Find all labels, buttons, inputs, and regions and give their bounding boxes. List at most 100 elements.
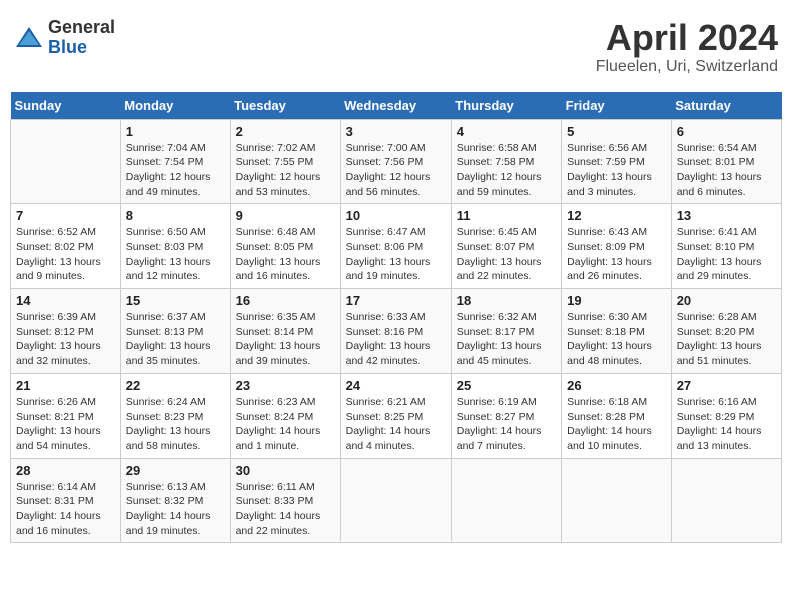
day-info: Sunrise: 6:16 AM Sunset: 8:29 PM Dayligh… <box>677 395 776 454</box>
day-info: Sunrise: 6:28 AM Sunset: 8:20 PM Dayligh… <box>677 310 776 369</box>
calendar-cell: 16 Sunrise: 6:35 AM Sunset: 8:14 PM Dayli… <box>230 289 340 374</box>
calendar-cell: 7 Sunrise: 6:52 AM Sunset: 8:02 PM Daylig… <box>11 204 121 289</box>
calendar-cell: 22 Sunrise: 6:24 AM Sunset: 8:23 PM Dayli… <box>120 373 230 458</box>
logo-blue-text: Blue <box>48 38 115 58</box>
day-number: 9 <box>236 208 335 223</box>
day-number: 25 <box>457 378 556 393</box>
day-info: Sunrise: 6:56 AM Sunset: 7:59 PM Dayligh… <box>567 141 666 200</box>
day-info: Sunrise: 6:37 AM Sunset: 8:13 PM Dayligh… <box>126 310 225 369</box>
day-number: 29 <box>126 463 225 478</box>
calendar-cell: 10 Sunrise: 6:47 AM Sunset: 8:06 PM Dayli… <box>340 204 451 289</box>
calendar-cell: 2Sunrise: 7:02 AM Sunset: 7:55 PM Daylig… <box>230 119 340 204</box>
day-info: Sunrise: 6:13 AM Sunset: 8:32 PM Dayligh… <box>126 480 225 539</box>
calendar-cell: 15 Sunrise: 6:37 AM Sunset: 8:13 PM Dayli… <box>120 289 230 374</box>
day-number: 20 <box>677 293 776 308</box>
header-day-tuesday: Tuesday <box>230 92 340 120</box>
day-info: Sunrise: 6:41 AM Sunset: 8:10 PM Dayligh… <box>677 225 776 284</box>
day-info: Sunrise: 6:39 AM Sunset: 8:12 PM Dayligh… <box>16 310 115 369</box>
day-number: 18 <box>457 293 556 308</box>
calendar-cell <box>562 458 672 543</box>
day-info: Sunrise: 6:54 AM Sunset: 8:01 PM Dayligh… <box>677 141 776 200</box>
day-number: 6 <box>677 124 776 139</box>
week-row-4: 21 Sunrise: 6:26 AM Sunset: 8:21 PM Dayli… <box>11 373 782 458</box>
header: General Blue April 2024 Flueelen, Uri, S… <box>10 10 782 84</box>
day-number: 7 <box>16 208 115 223</box>
calendar-cell: 17 Sunrise: 6:33 AM Sunset: 8:16 PM Dayli… <box>340 289 451 374</box>
day-info: Sunrise: 6:26 AM Sunset: 8:21 PM Dayligh… <box>16 395 115 454</box>
day-number: 24 <box>346 378 446 393</box>
day-number: 13 <box>677 208 776 223</box>
calendar-cell: 9Sunrise: 6:48 AM Sunset: 8:05 PM Daylig… <box>230 204 340 289</box>
day-number: 15 <box>126 293 225 308</box>
day-info: Sunrise: 6:14 AM Sunset: 8:31 PM Dayligh… <box>16 480 115 539</box>
header-day-saturday: Saturday <box>671 92 781 120</box>
calendar-cell: 23Sunrise: 6:23 AM Sunset: 8:24 PM Dayli… <box>230 373 340 458</box>
day-info: Sunrise: 6:18 AM Sunset: 8:28 PM Dayligh… <box>567 395 666 454</box>
day-number: 8 <box>126 208 225 223</box>
day-info: Sunrise: 6:58 AM Sunset: 7:58 PM Dayligh… <box>457 141 556 200</box>
header-day-thursday: Thursday <box>451 92 561 120</box>
day-number: 5 <box>567 124 666 139</box>
calendar-cell: 30 Sunrise: 6:11 AM Sunset: 8:33 PM Dayli… <box>230 458 340 543</box>
day-number: 11 <box>457 208 556 223</box>
day-info: Sunrise: 6:47 AM Sunset: 8:06 PM Dayligh… <box>346 225 446 284</box>
calendar-cell: 19Sunrise: 6:30 AM Sunset: 8:18 PM Dayli… <box>562 289 672 374</box>
day-number: 30 <box>236 463 335 478</box>
day-info: Sunrise: 6:43 AM Sunset: 8:09 PM Dayligh… <box>567 225 666 284</box>
calendar-cell <box>671 458 781 543</box>
calendar-cell: 21 Sunrise: 6:26 AM Sunset: 8:21 PM Dayli… <box>11 373 121 458</box>
calendar-cell: 1 Sunrise: 7:04 AM Sunset: 7:54 PM Daylig… <box>120 119 230 204</box>
day-number: 14 <box>16 293 115 308</box>
day-number: 4 <box>457 124 556 139</box>
day-number: 16 <box>236 293 335 308</box>
calendar-cell: 4 Sunrise: 6:58 AM Sunset: 7:58 PM Daylig… <box>451 119 561 204</box>
day-number: 12 <box>567 208 666 223</box>
calendar-cell: 3 Sunrise: 7:00 AM Sunset: 7:56 PM Daylig… <box>340 119 451 204</box>
header-day-friday: Friday <box>562 92 672 120</box>
calendar-cell: 28 Sunrise: 6:14 AM Sunset: 8:31 PM Dayli… <box>11 458 121 543</box>
calendar-cell: 24 Sunrise: 6:21 AM Sunset: 8:25 PM Dayli… <box>340 373 451 458</box>
day-info: Sunrise: 6:23 AM Sunset: 8:24 PM Dayligh… <box>236 395 335 454</box>
day-info: Sunrise: 7:04 AM Sunset: 7:54 PM Dayligh… <box>126 141 225 200</box>
calendar-cell: 6 Sunrise: 6:54 AM Sunset: 8:01 PM Daylig… <box>671 119 781 204</box>
day-info: Sunrise: 6:52 AM Sunset: 8:02 PM Dayligh… <box>16 225 115 284</box>
day-number: 26 <box>567 378 666 393</box>
day-number: 1 <box>126 124 225 139</box>
calendar-cell: 14 Sunrise: 6:39 AM Sunset: 8:12 PM Dayli… <box>11 289 121 374</box>
day-info: Sunrise: 6:50 AM Sunset: 8:03 PM Dayligh… <box>126 225 225 284</box>
day-info: Sunrise: 6:35 AM Sunset: 8:14 PM Dayligh… <box>236 310 335 369</box>
location-title: Flueelen, Uri, Switzerland <box>596 58 778 76</box>
day-number: 10 <box>346 208 446 223</box>
calendar-cell: 20 Sunrise: 6:28 AM Sunset: 8:20 PM Dayli… <box>671 289 781 374</box>
week-row-2: 7 Sunrise: 6:52 AM Sunset: 8:02 PM Daylig… <box>11 204 782 289</box>
calendar-cell: 8 Sunrise: 6:50 AM Sunset: 8:03 PM Daylig… <box>120 204 230 289</box>
day-number: 22 <box>126 378 225 393</box>
calendar-cell: 11 Sunrise: 6:45 AM Sunset: 8:07 PM Dayli… <box>451 204 561 289</box>
calendar-cell: 29 Sunrise: 6:13 AM Sunset: 8:32 PM Dayli… <box>120 458 230 543</box>
day-info: Sunrise: 7:00 AM Sunset: 7:56 PM Dayligh… <box>346 141 446 200</box>
week-row-3: 14 Sunrise: 6:39 AM Sunset: 8:12 PM Dayli… <box>11 289 782 374</box>
logo-general-text: General <box>48 18 115 38</box>
day-info: Sunrise: 6:24 AM Sunset: 8:23 PM Dayligh… <box>126 395 225 454</box>
calendar-cell: 27Sunrise: 6:16 AM Sunset: 8:29 PM Dayli… <box>671 373 781 458</box>
day-info: Sunrise: 6:11 AM Sunset: 8:33 PM Dayligh… <box>236 480 335 539</box>
month-title: April 2024 <box>596 18 778 58</box>
day-info: Sunrise: 7:02 AM Sunset: 7:55 PM Dayligh… <box>236 141 335 200</box>
logo-icon <box>14 23 44 53</box>
day-info: Sunrise: 6:21 AM Sunset: 8:25 PM Dayligh… <box>346 395 446 454</box>
day-number: 21 <box>16 378 115 393</box>
day-info: Sunrise: 6:33 AM Sunset: 8:16 PM Dayligh… <box>346 310 446 369</box>
calendar-cell <box>340 458 451 543</box>
header-day-wednesday: Wednesday <box>340 92 451 120</box>
day-info: Sunrise: 6:45 AM Sunset: 8:07 PM Dayligh… <box>457 225 556 284</box>
day-number: 3 <box>346 124 446 139</box>
calendar-cell: 12 Sunrise: 6:43 AM Sunset: 8:09 PM Dayli… <box>562 204 672 289</box>
title-area: April 2024 Flueelen, Uri, Switzerland <box>596 18 778 76</box>
calendar-cell: 5 Sunrise: 6:56 AM Sunset: 7:59 PM Daylig… <box>562 119 672 204</box>
calendar-cell <box>451 458 561 543</box>
day-number: 28 <box>16 463 115 478</box>
calendar-cell <box>11 119 121 204</box>
day-number: 17 <box>346 293 446 308</box>
calendar-header-row: SundayMondayTuesdayWednesdayThursdayFrid… <box>11 92 782 120</box>
calendar-cell: 26 Sunrise: 6:18 AM Sunset: 8:28 PM Dayli… <box>562 373 672 458</box>
